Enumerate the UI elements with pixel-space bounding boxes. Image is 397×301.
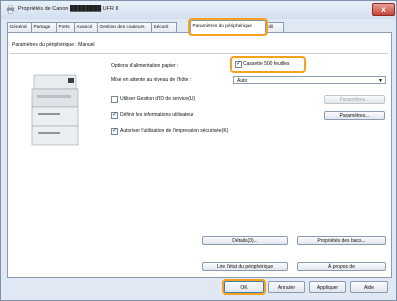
properties-window: Propriétés de Canon ████████ UFR II x Gé… [0,0,397,301]
user-info-checkbox[interactable] [111,111,118,119]
user-info-label: Définir les informations utilisateur [120,112,194,118]
printer-illustration [31,74,79,146]
device-mgmt-checkbox[interactable] [111,96,118,103]
about-button[interactable]: À propos de [297,262,386,271]
printer-icon [6,5,15,14]
read-status-button[interactable]: Lire l'état du périphérique [202,262,288,271]
device-settings-panel: Paramètres du périphérique : Manuel Opti… [7,32,392,278]
paper-options-label: Options d'alimentation papier : [111,63,179,69]
title-bar: Propriétés de Canon ████████ UFR II x [1,1,396,19]
device-mgmt-label: Utiliser Gestion d'ID de service(U) [120,96,196,102]
cassette-label: Cassette 500 feuilles [243,61,290,67]
spool-select[interactable]: Auto ▼ [233,76,386,84]
details-button[interactable]: Détails(3)... [202,236,288,245]
panel-heading: Paramètres du périphérique : Manuel [12,42,95,48]
tab-device-settings[interactable]: Paramètres du périphérique [188,18,268,36]
window-title: Propriétés de Canon ████████ UFR II [18,6,119,12]
close-button[interactable]: x [372,3,395,16]
cancel-button[interactable]: Annuler [268,281,305,293]
cassette-checkbox[interactable] [235,60,242,68]
tray-properties-button[interactable]: Propriétés des bacs... [297,236,386,245]
device-mgmt-settings-button[interactable]: Paramètres... [324,95,385,104]
help-button[interactable]: Aide [350,281,388,293]
ok-button[interactable]: OK [222,279,266,295]
spool-label: Mise en attente au niveau de l'hôte : [111,77,192,83]
apply-button[interactable]: Appliquer [309,281,346,293]
spool-select-value: Auto [237,78,248,84]
cassette-option[interactable]: Cassette 500 feuilles [230,56,306,73]
divider [10,53,388,54]
secure-print-checkbox[interactable] [111,127,118,135]
chevron-down-icon: ▼ [378,78,383,84]
secure-print-label: Autoriser l'utilisation de l'impression … [120,128,229,134]
user-info-settings-button[interactable]: Paramètres... [324,111,385,120]
